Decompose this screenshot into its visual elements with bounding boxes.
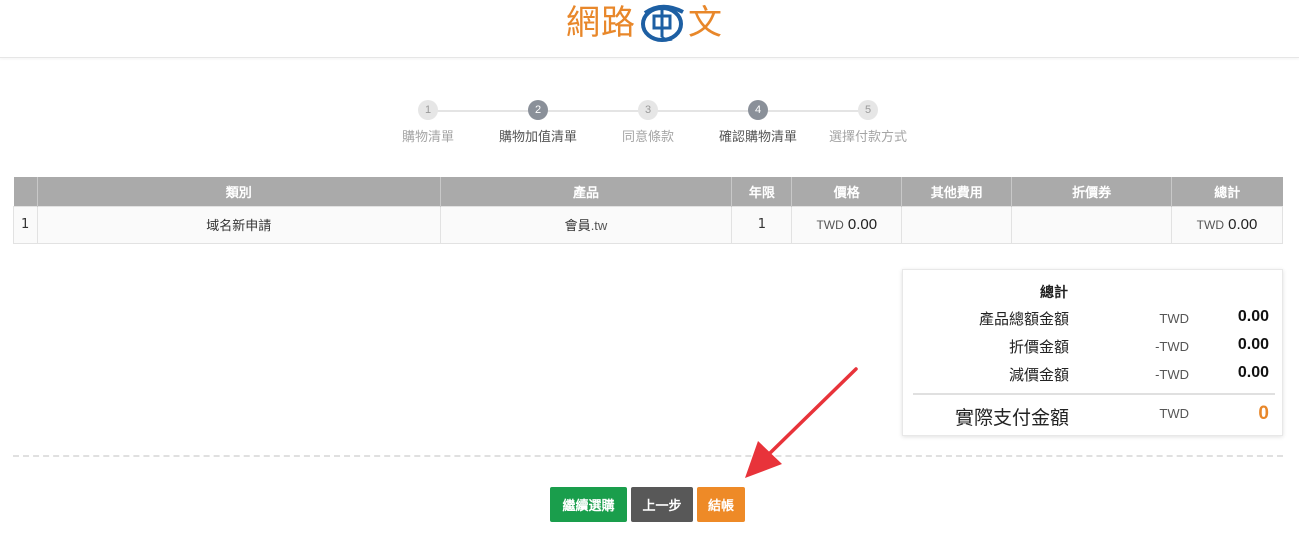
- column-header-product: 產品: [440, 177, 733, 206]
- summary-title: 總計: [1040, 285, 1068, 301]
- step-3: 3 同意條款: [593, 100, 703, 145]
- row-product: 會員.tw: [439, 205, 733, 244]
- column-header-index: [13, 177, 38, 206]
- step-label: 確認購物清單: [718, 130, 797, 145]
- row-price: TWD 0.00: [791, 205, 903, 244]
- step-label: 同意條款: [621, 130, 674, 145]
- site-logo[interactable]: 網路 文: [566, 0, 723, 46]
- summary-label: 產品總額金額: [978, 310, 1069, 328]
- summary-value: 0.00: [1237, 364, 1269, 381]
- summary-label: 折價金額: [1008, 338, 1069, 356]
- row-coupon: [1011, 205, 1173, 244]
- step-number: 4: [748, 100, 768, 120]
- row-other-fees: [901, 205, 1013, 244]
- action-buttons: 繼續選購 上一步 結帳: [550, 487, 745, 522]
- back-button[interactable]: 上一步: [631, 487, 693, 522]
- price-amount: 0.00: [847, 216, 878, 233]
- step-1: 1 購物清單: [373, 100, 483, 145]
- row-index: 1: [13, 205, 38, 244]
- column-header-coupon: 折價券: [1011, 177, 1173, 206]
- summary-row-reduction: 減價金額 -TWD 0.00: [903, 364, 1284, 386]
- summary-currency: TWD: [1159, 311, 1189, 326]
- table-row: 1 域名新申請 會員.tw 1 TWD 0.00 TWD 0.00: [13, 205, 1283, 244]
- dashed-divider: [13, 455, 1283, 457]
- checkout-progress-steps: 1 購物清單 2 購物加值清單 3 同意條款 4 確認購物清單 5 選擇付款方式: [0, 100, 1299, 150]
- order-summary-panel: 總計 產品總額金額 TWD 0.00 折價金額 -TWD 0.00 減價金額 -…: [902, 269, 1283, 436]
- step-2: 2 購物加值清單: [483, 100, 593, 145]
- summary-label: 減價金額: [1008, 366, 1069, 384]
- summary-row-discount: 折價金額 -TWD 0.00: [903, 336, 1284, 358]
- logo-text-left: 網路: [566, 3, 636, 43]
- summary-currency: -TWD: [1155, 339, 1189, 354]
- summary-currency: -TWD: [1155, 367, 1189, 382]
- summary-value: 0.00: [1237, 336, 1269, 353]
- summary-value: 0.00: [1237, 308, 1269, 325]
- summary-total-currency: TWD: [1159, 406, 1189, 421]
- total-currency: TWD: [1196, 218, 1224, 232]
- checkout-button[interactable]: 結帳: [697, 487, 745, 522]
- row-total: TWD 0.00: [1171, 205, 1283, 244]
- summary-total-value: 0: [1258, 403, 1269, 424]
- step-4: 4 確認購物清單: [703, 100, 813, 145]
- globe-chinese-logo-icon: [641, 4, 684, 42]
- column-header-total: 總計: [1171, 177, 1283, 206]
- column-header-other-fees: 其他費用: [901, 177, 1013, 206]
- step-label: 選擇付款方式: [828, 130, 907, 145]
- red-arrow-annotation-icon: [745, 367, 858, 478]
- continue-shopping-button[interactable]: 繼續選購: [550, 487, 627, 522]
- row-years: 1: [731, 205, 793, 244]
- row-category: 域名新申請: [36, 205, 441, 244]
- step-label: 購物加值清單: [498, 130, 577, 145]
- step-5: 5 選擇付款方式: [813, 100, 923, 145]
- product-name: 會員: [564, 219, 591, 234]
- product-tld: .tw: [590, 218, 608, 233]
- summary-total-label: 實際支付金額: [954, 407, 1069, 429]
- column-header-years: 年限: [731, 177, 793, 206]
- total-amount: 0.00: [1228, 216, 1258, 233]
- column-header-price: 價格: [791, 177, 903, 206]
- step-number: 2: [528, 100, 548, 120]
- table-header-row: 類別 產品 年限 價格 其他費用 折價券 總計: [13, 177, 1283, 206]
- summary-row-product-total: 產品總額金額 TWD 0.00: [903, 308, 1284, 330]
- cart-table: 類別 產品 年限 價格 其他費用 折價券 總計 1 域名新申請 會員.tw 1 …: [13, 177, 1283, 244]
- step-label: 購物清單: [401, 130, 454, 145]
- step-number: 1: [418, 100, 438, 120]
- summary-row-actual-payment: 實際支付金額 TWD 0: [903, 403, 1284, 429]
- step-number: 5: [858, 100, 878, 120]
- logo-text-right: 文: [688, 3, 723, 43]
- site-header: 網路 文: [0, 0, 1299, 58]
- summary-divider: [913, 393, 1275, 395]
- column-header-category: 類別: [37, 177, 441, 206]
- price-currency: TWD: [816, 218, 844, 232]
- step-number: 3: [638, 100, 658, 120]
